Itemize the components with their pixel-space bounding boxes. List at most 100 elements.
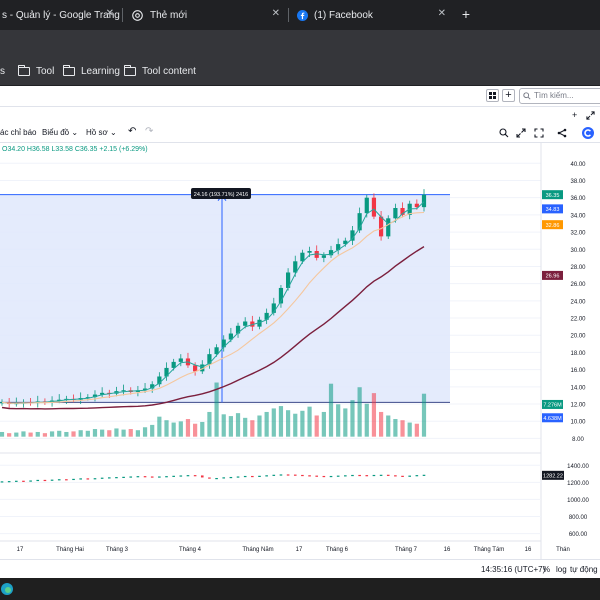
y-tick-label: 1200.00	[567, 481, 589, 487]
y-tick-label: 10.00	[570, 420, 586, 426]
clock-time[interactable]: 14:35:16 (UTC+7)	[481, 565, 545, 574]
index-candle	[72, 478, 75, 481]
volume-bar	[393, 419, 398, 437]
index-candle	[408, 475, 411, 477]
index-candle	[236, 476, 240, 478]
volume-bar	[21, 431, 26, 437]
index-candle	[344, 475, 347, 477]
x-tick-label: Tháng Tám	[474, 547, 505, 553]
volume-bar	[35, 431, 40, 437]
volume-bar	[100, 429, 105, 437]
x-tick-label: 17	[17, 547, 24, 553]
index-candle	[301, 474, 304, 477]
tab-title: Thẻ mới	[150, 9, 188, 21]
volume-bar	[114, 428, 119, 437]
percent-scale-button[interactable]: %	[543, 565, 550, 574]
new-tab-button[interactable]: +	[458, 5, 474, 23]
price-axis-tag-label: 36.35	[546, 193, 560, 199]
y-tick-label: 22.00	[570, 317, 586, 323]
plus-icon[interactable]: +	[572, 110, 577, 120]
site-header: + Tìm kiếm...	[0, 86, 600, 107]
y-tick-label: 30.00	[570, 248, 586, 254]
bookmark-label: Tool content	[142, 65, 196, 77]
charts-menu-button[interactable]: Biểu đồ ⌄	[42, 128, 78, 137]
edge-icon[interactable]	[0, 582, 14, 596]
index-candle	[158, 476, 161, 478]
search-input[interactable]: Tìm kiếm...	[519, 88, 600, 104]
close-icon[interactable]: ✕	[106, 8, 114, 19]
redo-button[interactable]: ↷	[145, 126, 153, 137]
index-candle	[351, 474, 354, 477]
volume-bar	[328, 383, 334, 437]
volume-bar	[221, 414, 226, 437]
volume-bar	[243, 417, 248, 437]
change-value: +2.15 (+6.29%)	[99, 146, 148, 153]
index-candle	[165, 476, 168, 478]
tab-facebook[interactable]: (1) Facebook ✕	[292, 0, 452, 30]
index-candle	[265, 475, 268, 477]
log-scale-button[interactable]: log	[556, 565, 567, 574]
volume-bar	[121, 429, 126, 437]
index-candle	[193, 475, 197, 477]
volume-bar	[400, 420, 405, 437]
index-candle	[29, 480, 32, 482]
y-tick-label: 34.00	[570, 213, 586, 219]
grid-icon[interactable]	[486, 89, 499, 102]
chart-area[interactable]: 24.16 (193.71%) 2416 40.00 38.00 36.00 34.0…	[0, 143, 600, 578]
bookmark-folder-tool-content[interactable]: Tool content	[124, 64, 196, 78]
volume-bar	[164, 420, 169, 437]
fullscreen-icon[interactable]	[534, 128, 544, 138]
index-candle	[215, 477, 218, 480]
volume-bar	[214, 382, 219, 437]
volume-bar	[85, 430, 90, 437]
x-tick-label: Tháng Năm	[242, 547, 273, 553]
zoom-icon[interactable]	[499, 128, 509, 138]
expand-icon[interactable]	[586, 111, 595, 120]
tab-google-sheets[interactable]: s - Quản lý - Google Trang ✕	[0, 0, 120, 30]
candle-body	[178, 358, 183, 362]
y-tick-label: 28.00	[570, 265, 586, 271]
profile-menu-button[interactable]: Hồ sơ ⌄	[86, 128, 117, 137]
volume-bar	[0, 431, 5, 437]
bookmark-folder-learning[interactable]: Learning	[63, 64, 120, 78]
volume-bar	[264, 411, 269, 437]
chrome-icon	[132, 9, 143, 21]
close-icon[interactable]: ✕	[272, 8, 280, 19]
price-chart[interactable]: 24.16 (193.71%) 2416 40.00 38.00 36.00 34.0…	[0, 143, 600, 559]
price-axis-tag-label: 1282.22	[543, 474, 563, 480]
price-axis-tag-label: 7.276M	[543, 403, 562, 409]
index-candle	[107, 477, 111, 479]
y-tick-label: 26.00	[570, 282, 586, 288]
share-icon[interactable]	[557, 128, 567, 138]
bookmark-folder-tool[interactable]: Tool	[18, 64, 54, 78]
index-candle	[186, 475, 190, 477]
y-tick-label: 1400.00	[567, 464, 589, 470]
index-candle	[179, 475, 183, 477]
volume-bar	[78, 430, 83, 437]
close-icon[interactable]: ✕	[438, 8, 446, 19]
browser-toolbar	[0, 30, 600, 56]
tab-title: s - Quản lý - Google Trang	[2, 9, 120, 21]
candle-body	[364, 197, 369, 214]
indicators-button[interactable]: ác chỉ báo	[0, 128, 36, 137]
price-axis-tag-label: 32.86	[546, 223, 560, 229]
volume-bar	[71, 431, 76, 437]
fit-icon[interactable]	[516, 128, 526, 138]
y-tick-label: 38.00	[570, 179, 586, 185]
bookmark-item[interactable]: s	[0, 64, 5, 78]
tab-new-tab[interactable]: Thẻ mới ✕	[126, 0, 286, 30]
index-candle	[15, 480, 18, 482]
index-candle	[322, 475, 326, 478]
volume-bar	[414, 423, 419, 437]
index-candle	[279, 474, 283, 476]
index-candle	[315, 475, 319, 477]
candle-body	[378, 216, 384, 237]
add-button[interactable]: +	[502, 89, 515, 102]
volume-bar	[150, 424, 155, 437]
index-candle	[293, 474, 297, 476]
undo-button[interactable]: ↶	[128, 126, 136, 137]
auto-scale-button[interactable]: tự động	[570, 565, 598, 574]
folder-icon	[63, 64, 75, 76]
tab-title: (1) Facebook	[314, 9, 373, 21]
volume-bar	[142, 427, 148, 437]
